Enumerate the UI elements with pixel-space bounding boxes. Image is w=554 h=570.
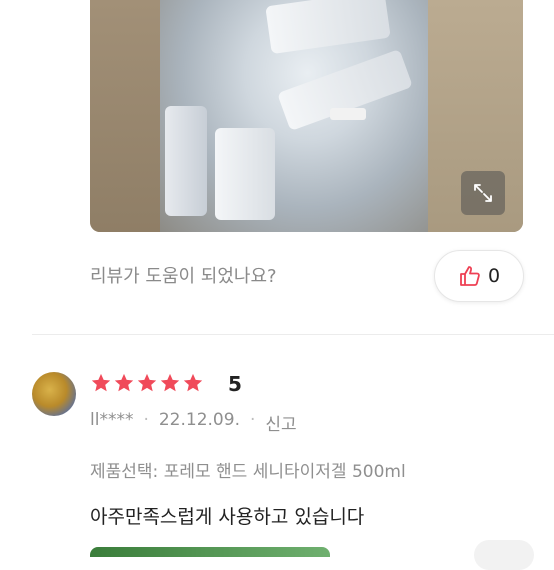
star-icon — [91, 373, 111, 392]
star-icon — [160, 373, 180, 392]
rating-value: 5 — [228, 372, 242, 396]
helpful-question: 리뷰가 도움이 되었나요? — [90, 266, 277, 287]
expand-arrows-icon — [474, 184, 492, 202]
avatar — [32, 372, 76, 416]
expand-image-button[interactable] — [461, 171, 505, 215]
star-icon — [183, 373, 203, 392]
box-flap-left — [90, 0, 160, 232]
thumbs-up-icon — [460, 266, 480, 286]
meta-separator: · — [143, 410, 149, 430]
like-count: 0 — [487, 265, 501, 287]
star-icon — [114, 373, 134, 392]
product-option: 제품선택: 포레모 핸드 세니타이저겔 500ml — [90, 462, 406, 482]
report-link[interactable]: 신고 — [265, 410, 296, 435]
reviewer-name: ll**** — [90, 410, 134, 430]
meta-separator: · — [249, 410, 256, 430]
review-date: 22.12.09. — [158, 410, 240, 430]
review-photo[interactable] — [90, 0, 523, 232]
next-review-photo[interactable] — [90, 547, 330, 557]
star-icon — [137, 373, 157, 392]
bottle — [165, 106, 207, 216]
review-body: 아주만족스럽게 사용하고 있습니다 — [90, 506, 365, 528]
bottle — [215, 128, 275, 220]
review-meta: ll**** · 22.12.09. · 신고 — [90, 410, 297, 435]
next-like-button[interactable] — [474, 540, 534, 570]
divider — [32, 334, 554, 335]
like-button[interactable]: 0 — [434, 250, 524, 302]
bottle-cap — [330, 108, 366, 120]
star-rating — [90, 372, 204, 394]
